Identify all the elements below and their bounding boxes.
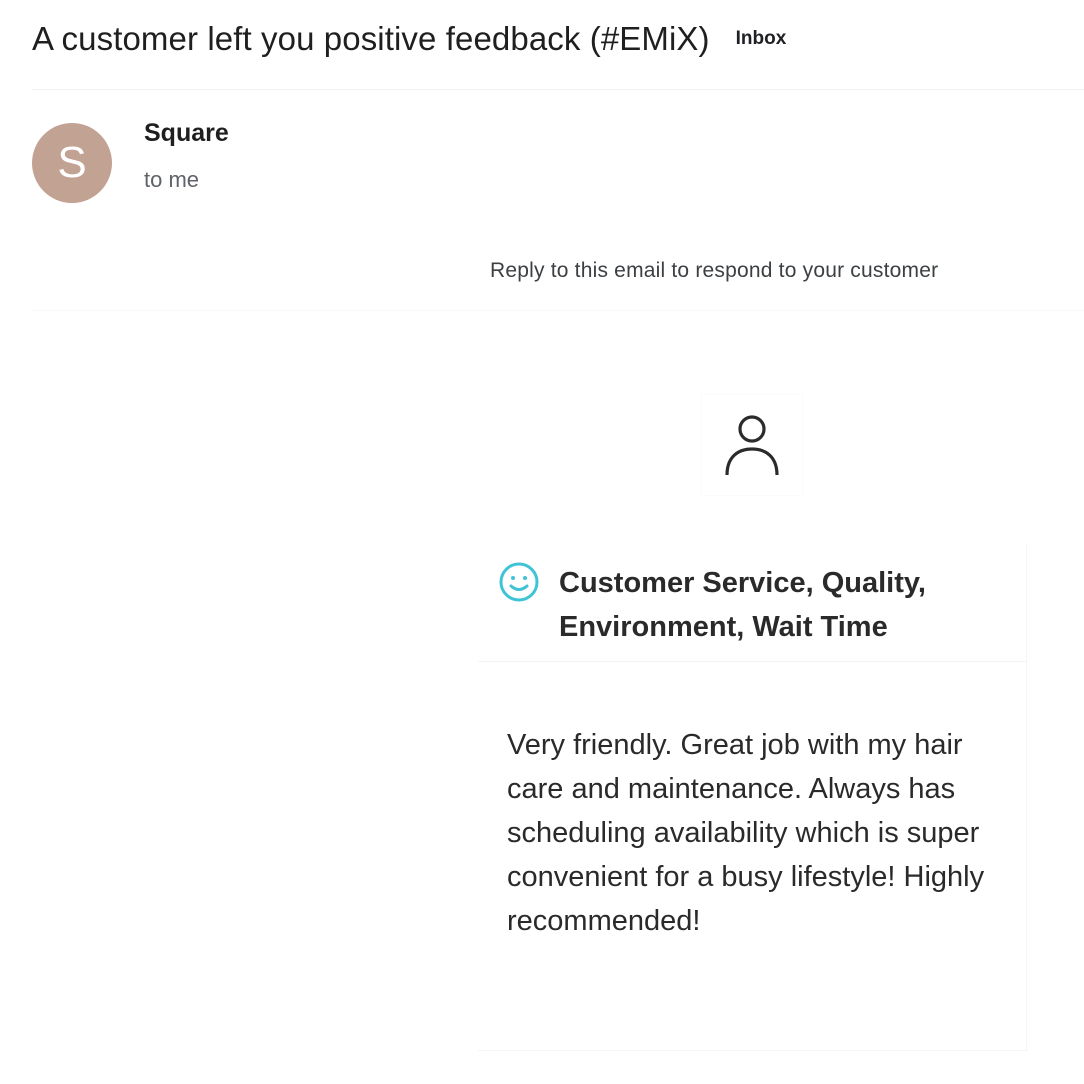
sender-name[interactable]: Square [144, 119, 229, 148]
email-header: A customer left you positive feedback (#… [32, 18, 786, 60]
header-divider [32, 89, 1084, 90]
email-subject: A customer left you positive feedback (#… [32, 20, 710, 57]
person-icon [725, 415, 779, 476]
customer-avatar-box [702, 395, 802, 495]
feedback-comment: Very friendly. Great job with my hair ca… [507, 729, 985, 937]
recipient-details[interactable]: to me [144, 167, 199, 193]
avatar[interactable]: S [32, 123, 112, 203]
body-divider [32, 310, 1084, 311]
smiley-icon [499, 562, 539, 602]
feedback-categories: Customer Service, Quality, Environment, … [559, 567, 926, 643]
inbox-label[interactable]: Inbox [736, 26, 787, 52]
card-divider [478, 661, 1026, 662]
reply-instruction: Reply to this email to respond to your c… [490, 259, 939, 282]
